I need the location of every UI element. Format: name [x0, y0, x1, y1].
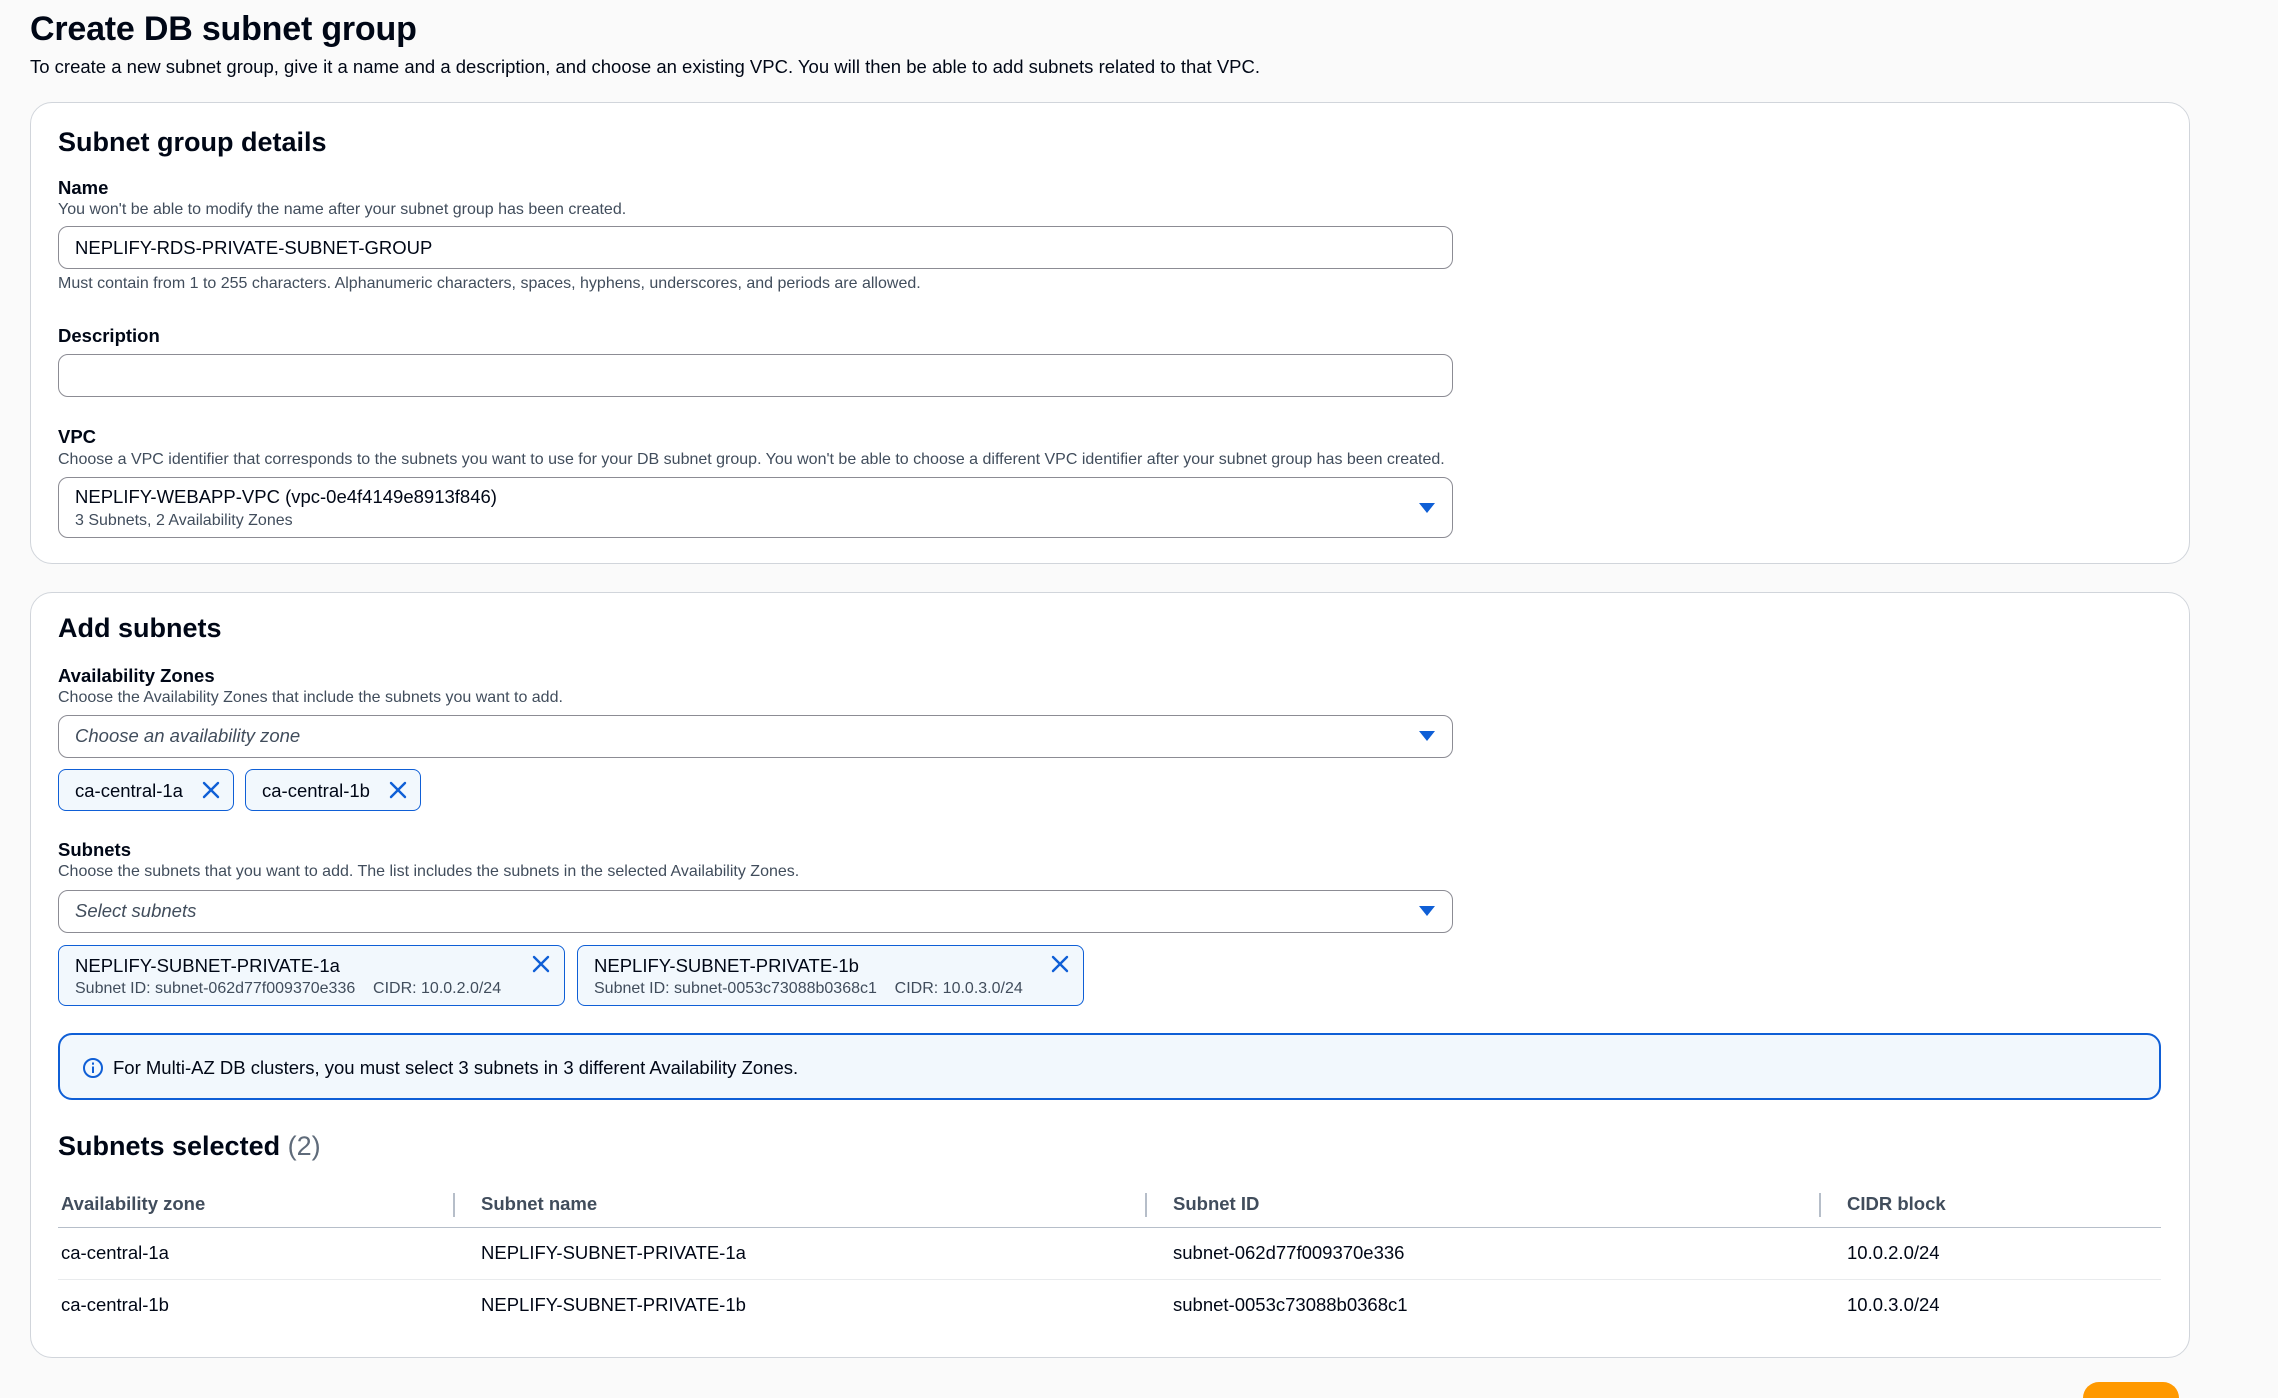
cell-subnet-id: subnet-062d77f009370e336 [1173, 1242, 1405, 1263]
vpc-label: VPC [58, 426, 97, 447]
column-header-subnet-id[interactable]: Subnet ID [1173, 1193, 1259, 1215]
description-label: Description [58, 325, 160, 346]
availability-zone-select[interactable]: Choose an availability zone [58, 715, 1453, 758]
column-header-availability-zone[interactable]: Availability zone [61, 1193, 205, 1215]
vpc-hint: Choose a VPC identifier that corresponds… [58, 451, 1445, 468]
subnet-token-private-1a: NEPLIFY-SUBNET-PRIVATE-1a Subnet ID: sub… [58, 945, 565, 1006]
cell-cidr-block: 10.0.3.0/24 [1847, 1294, 1940, 1315]
name-input[interactable] [58, 226, 1453, 269]
create-db-subnet-group-page: Create DB subnet group To create a new s… [0, 0, 2278, 1398]
table-header: Availability zone Subnet name Subnet ID … [58, 1183, 2161, 1228]
alert-text: For Multi-AZ DB clusters, you must selec… [113, 1057, 799, 1078]
remove-x-icon[interactable] [200, 779, 222, 801]
availability-zones-hint: Choose the Availability Zones that inclu… [58, 689, 563, 706]
az-token-ca-central-1b: ca-central-1b [245, 769, 421, 811]
column-resizer[interactable] [453, 1193, 455, 1217]
subnets-selected-heading: Subnets selected (2) [58, 1131, 321, 1162]
caret-down-icon [1419, 503, 1435, 513]
column-header-cidr-block[interactable]: CIDR block [1847, 1193, 1946, 1215]
column-header-subnet-name[interactable]: Subnet name [481, 1193, 597, 1215]
subnets-selected-title: Subnets selected [58, 1131, 281, 1161]
description-input[interactable] [58, 354, 1453, 397]
availability-zones-label: Availability Zones [58, 665, 215, 686]
remove-x-icon[interactable] [387, 779, 409, 801]
subnets-hint: Choose the subnets that you want to add.… [58, 863, 800, 880]
remove-x-icon[interactable] [530, 953, 552, 975]
subnet-group-details-heading: Subnet group details [58, 127, 327, 157]
cell-subnet-name: NEPLIFY-SUBNET-PRIVATE-1b [481, 1294, 746, 1315]
name-label: Name [58, 177, 109, 198]
subnet-token-name: NEPLIFY-SUBNET-PRIVATE-1a [75, 955, 340, 976]
subnet-token-private-1b: NEPLIFY-SUBNET-PRIVATE-1b Subnet ID: sub… [577, 945, 1084, 1006]
subnet-token-detail: Subnet ID: subnet-0053c73088b0368c1 CIDR… [594, 980, 1023, 997]
subnet-token-detail: Subnet ID: subnet-062d77f009370e336 CIDR… [75, 980, 502, 997]
info-icon [83, 1058, 103, 1078]
caret-down-icon [1419, 906, 1435, 916]
subnets-selected-count: (2) [287, 1131, 321, 1161]
cell-availability-zone: ca-central-1b [61, 1294, 169, 1315]
cell-subnet-id: subnet-0053c73088b0368c1 [1173, 1294, 1408, 1315]
page-description: To create a new subnet group, give it a … [30, 56, 1261, 77]
subnet-token-name: NEPLIFY-SUBNET-PRIVATE-1b [594, 955, 859, 976]
az-token-label: ca-central-1b [262, 780, 370, 801]
cell-availability-zone: ca-central-1a [61, 1242, 169, 1263]
table-row: ca-central-1b NEPLIFY-SUBNET-PRIVATE-1b … [58, 1280, 2161, 1331]
cell-cidr-block: 10.0.2.0/24 [1847, 1242, 1940, 1263]
caret-down-icon [1419, 731, 1435, 741]
column-resizer[interactable] [1819, 1193, 1821, 1217]
multi-az-info-alert: For Multi-AZ DB clusters, you must selec… [58, 1033, 2161, 1100]
add-subnets-heading: Add subnets [58, 613, 222, 643]
column-resizer[interactable] [1145, 1193, 1147, 1217]
az-token-label: ca-central-1a [75, 780, 183, 801]
vpc-selected-value: NEPLIFY-WEBAPP-VPC (vpc-0e4f4149e8913f84… [75, 486, 497, 507]
subnets-select[interactable]: Select subnets [58, 890, 1453, 933]
create-button-partial[interactable] [2083, 1382, 2179, 1398]
az-token-ca-central-1a: ca-central-1a [58, 769, 234, 811]
name-hint: You won't be able to modify the name aft… [58, 201, 627, 218]
cell-subnet-name: NEPLIFY-SUBNET-PRIVATE-1a [481, 1242, 746, 1263]
remove-x-icon[interactable] [1049, 953, 1071, 975]
name-constraint-text: Must contain from 1 to 255 characters. A… [58, 275, 921, 292]
vpc-selected-subtext: 3 Subnets, 2 Availability Zones [75, 512, 293, 529]
page-title: Create DB subnet group [30, 10, 417, 48]
subnets-label: Subnets [58, 839, 131, 860]
availability-zone-placeholder: Choose an availability zone [75, 725, 301, 746]
table-row: ca-central-1a NEPLIFY-SUBNET-PRIVATE-1a … [58, 1228, 2161, 1280]
subnet-group-details-panel: Subnet group details Name You won't be a… [30, 102, 2190, 564]
subnets-selected-table: Availability zone Subnet name Subnet ID … [58, 1183, 2161, 1331]
subnets-placeholder: Select subnets [75, 900, 197, 921]
add-subnets-panel: Add subnets Availability Zones Choose th… [30, 592, 2190, 1358]
vpc-select[interactable]: NEPLIFY-WEBAPP-VPC (vpc-0e4f4149e8913f84… [58, 477, 1453, 538]
